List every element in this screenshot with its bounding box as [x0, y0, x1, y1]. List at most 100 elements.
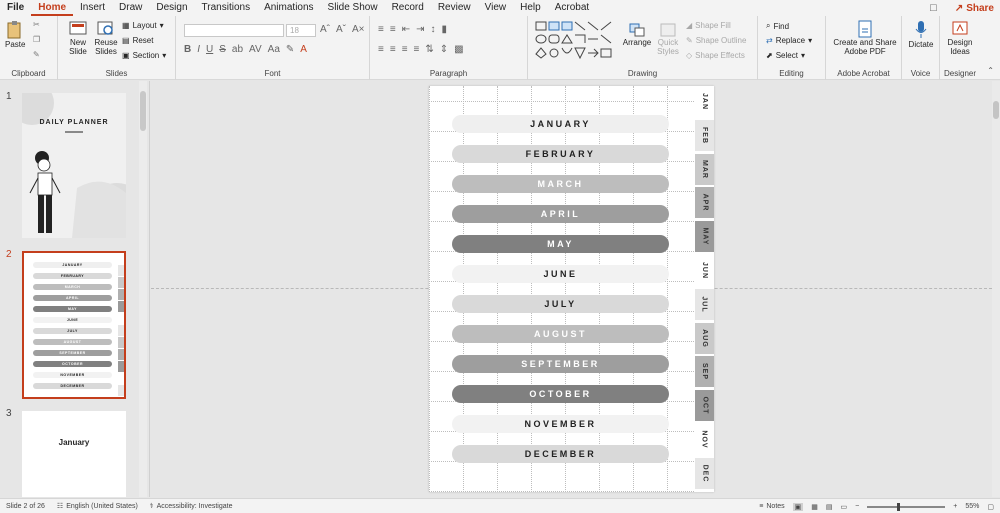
clear-format-icon[interactable]: A×: [352, 24, 365, 35]
numbering-icon[interactable]: ≡: [390, 24, 396, 35]
month-tab-mar[interactable]: MAR: [695, 153, 714, 185]
month-tab-oct[interactable]: OCT: [695, 390, 714, 422]
align-right-icon[interactable]: ≡: [402, 44, 408, 55]
reading-view-icon[interactable]: ▤: [826, 503, 833, 511]
month-button-november[interactable]: NOVEMBER: [452, 415, 669, 433]
month-tab-jun[interactable]: JUN: [695, 255, 714, 286]
month-tab-sep[interactable]: SEP: [695, 356, 714, 388]
menu-tab-insert[interactable]: Insert: [73, 0, 112, 16]
month-tab-dec[interactable]: DEC: [695, 457, 714, 489]
menu-tab-slide-show[interactable]: Slide Show: [321, 0, 385, 16]
zoom-in-icon[interactable]: +: [953, 503, 957, 510]
month-tab-feb[interactable]: FEB: [695, 119, 714, 151]
replace-button[interactable]: ⇄ Replace ▾: [766, 36, 812, 45]
month-button-october[interactable]: OCTOBER: [452, 385, 669, 403]
menu-tab-home[interactable]: Home: [31, 0, 74, 16]
menu-tab-file[interactable]: File: [0, 0, 31, 16]
shape-effects-button[interactable]: ◇ Shape Effects: [686, 51, 745, 60]
justify-icon[interactable]: ≡: [414, 44, 420, 55]
normal-view-icon[interactable]: ▣: [792, 502, 804, 511]
shape-outline-button[interactable]: ✎ Shape Outline: [686, 36, 746, 45]
menu-tab-design[interactable]: Design: [149, 0, 194, 16]
menu-tab-record[interactable]: Record: [385, 0, 431, 16]
share-button[interactable]: ↗ Share: [955, 3, 994, 14]
main-scroll-handle[interactable]: [993, 101, 999, 119]
month-tab-apr[interactable]: APR: [695, 187, 714, 219]
menu-tab-draw[interactable]: Draw: [112, 0, 149, 16]
font-size-box[interactable]: 18: [286, 24, 316, 37]
current-slide[interactable]: JANUARY FEBRUARY MARCH APRIL MAY JUNE JULY AUGU…: [429, 86, 714, 492]
align-center-icon[interactable]: ≡: [390, 44, 396, 55]
layout-button[interactable]: ▦ Layout ▾: [122, 21, 164, 30]
month-button-january[interactable]: JANUARY: [452, 115, 669, 133]
zoom-slider[interactable]: [867, 502, 946, 511]
copy-icon[interactable]: ❐: [33, 35, 40, 44]
grow-font-icon[interactable]: Aˆ: [320, 24, 330, 35]
select-button[interactable]: ⬈ Select ▾: [766, 51, 805, 60]
change-case-icon[interactable]: Aa: [268, 44, 280, 55]
align-left-icon[interactable]: ≡: [378, 44, 384, 55]
zoom-level[interactable]: 55%: [965, 503, 979, 510]
reset-button[interactable]: ▤ Reset: [122, 36, 153, 45]
slide-sorter-icon[interactable]: ▦: [811, 503, 818, 511]
month-tab-may[interactable]: MAY: [695, 221, 714, 253]
month-button-april[interactable]: APRIL: [452, 205, 669, 223]
find-button[interactable]: ⌕ Find: [766, 21, 789, 31]
cut-icon[interactable]: ✂: [33, 20, 40, 29]
smartart-icon[interactable]: ▩: [454, 44, 463, 55]
month-tab-aug[interactable]: AUG: [695, 322, 714, 354]
thumbnail-scroll-handle[interactable]: [140, 91, 146, 131]
collapse-ribbon-icon[interactable]: ⌃: [987, 66, 994, 75]
decrease-indent-icon[interactable]: ⇤: [402, 24, 410, 35]
shrink-font-icon[interactable]: Aˇ: [336, 24, 346, 35]
strikethrough-icon[interactable]: S: [219, 44, 226, 55]
month-button-december[interactable]: DECEMBER: [452, 445, 669, 463]
format-painter-icon[interactable]: ✎: [33, 50, 40, 59]
thumbnail-slide-2[interactable]: JANUARY FEBRUARY MARCH APRIL MAY JUNE JULY AUGU…: [22, 251, 126, 399]
zoom-out-icon[interactable]: −: [855, 503, 859, 510]
arrange-button[interactable]: Arrange: [622, 22, 652, 47]
thumbnail-slide-3[interactable]: January: [22, 411, 126, 497]
shadow-icon[interactable]: ab: [232, 44, 243, 55]
underline-icon[interactable]: U: [206, 44, 213, 55]
shape-fill-button[interactable]: ◢ Shape Fill: [686, 21, 731, 30]
month-button-march[interactable]: MARCH: [452, 175, 669, 193]
accessibility-status[interactable]: ⚕ Accessibility: Investigate: [144, 502, 239, 511]
menu-tab-help[interactable]: Help: [513, 0, 548, 16]
comments-icon[interactable]: □: [930, 2, 937, 14]
fit-slide-icon[interactable]: ▢: [987, 503, 994, 511]
text-direction-icon[interactable]: ⇅: [425, 44, 433, 55]
slideshow-icon[interactable]: ▭: [841, 503, 848, 511]
month-button-may[interactable]: MAY: [452, 235, 669, 253]
month-button-september[interactable]: SEPTEMBER: [452, 355, 669, 373]
highlight-icon[interactable]: ✎: [286, 44, 294, 55]
month-button-february[interactable]: FEBRUARY: [452, 145, 669, 163]
line-spacing-icon[interactable]: ↕: [430, 24, 435, 35]
main-scrollbar[interactable]: [992, 81, 1000, 497]
new-slide-button[interactable]: New Slide: [66, 20, 90, 56]
month-button-july[interactable]: JULY: [452, 295, 669, 313]
menu-tab-transitions[interactable]: Transitions: [195, 0, 258, 16]
font-name-box[interactable]: [184, 24, 284, 37]
bold-icon[interactable]: B: [184, 44, 191, 55]
month-button-june[interactable]: JUNE: [452, 265, 669, 283]
char-spacing-icon[interactable]: AV: [249, 44, 262, 55]
increase-indent-icon[interactable]: ⇥: [416, 24, 424, 35]
thumbnail-slide-1[interactable]: DAILY PLANNER: [22, 93, 126, 238]
section-button[interactable]: ▣ Section ▾: [122, 51, 166, 60]
design-ideas-button[interactable]: Design Ideas: [944, 20, 976, 56]
month-tab-jan[interactable]: JAN: [695, 86, 714, 117]
dictate-button[interactable]: Dictate: [906, 20, 936, 49]
language-status[interactable]: ☷ English (United States): [51, 502, 144, 511]
align-text-icon[interactable]: ⇕: [440, 44, 448, 55]
month-tab-jul[interactable]: JUL: [695, 288, 714, 320]
month-button-august[interactable]: AUGUST: [452, 325, 669, 343]
shapes-gallery-icon[interactable]: [534, 20, 618, 60]
thumbnail-scrollbar[interactable]: [139, 81, 147, 497]
menu-tab-animations[interactable]: Animations: [257, 0, 320, 16]
menu-tab-acrobat[interactable]: Acrobat: [548, 0, 596, 16]
zoom-slider-knob[interactable]: [897, 502, 901, 511]
menu-tab-review[interactable]: Review: [431, 0, 478, 16]
quick-styles-button[interactable]: Quick Styles: [654, 22, 682, 56]
create-share-pdf-button[interactable]: Create and Share Adobe PDF: [830, 20, 900, 56]
